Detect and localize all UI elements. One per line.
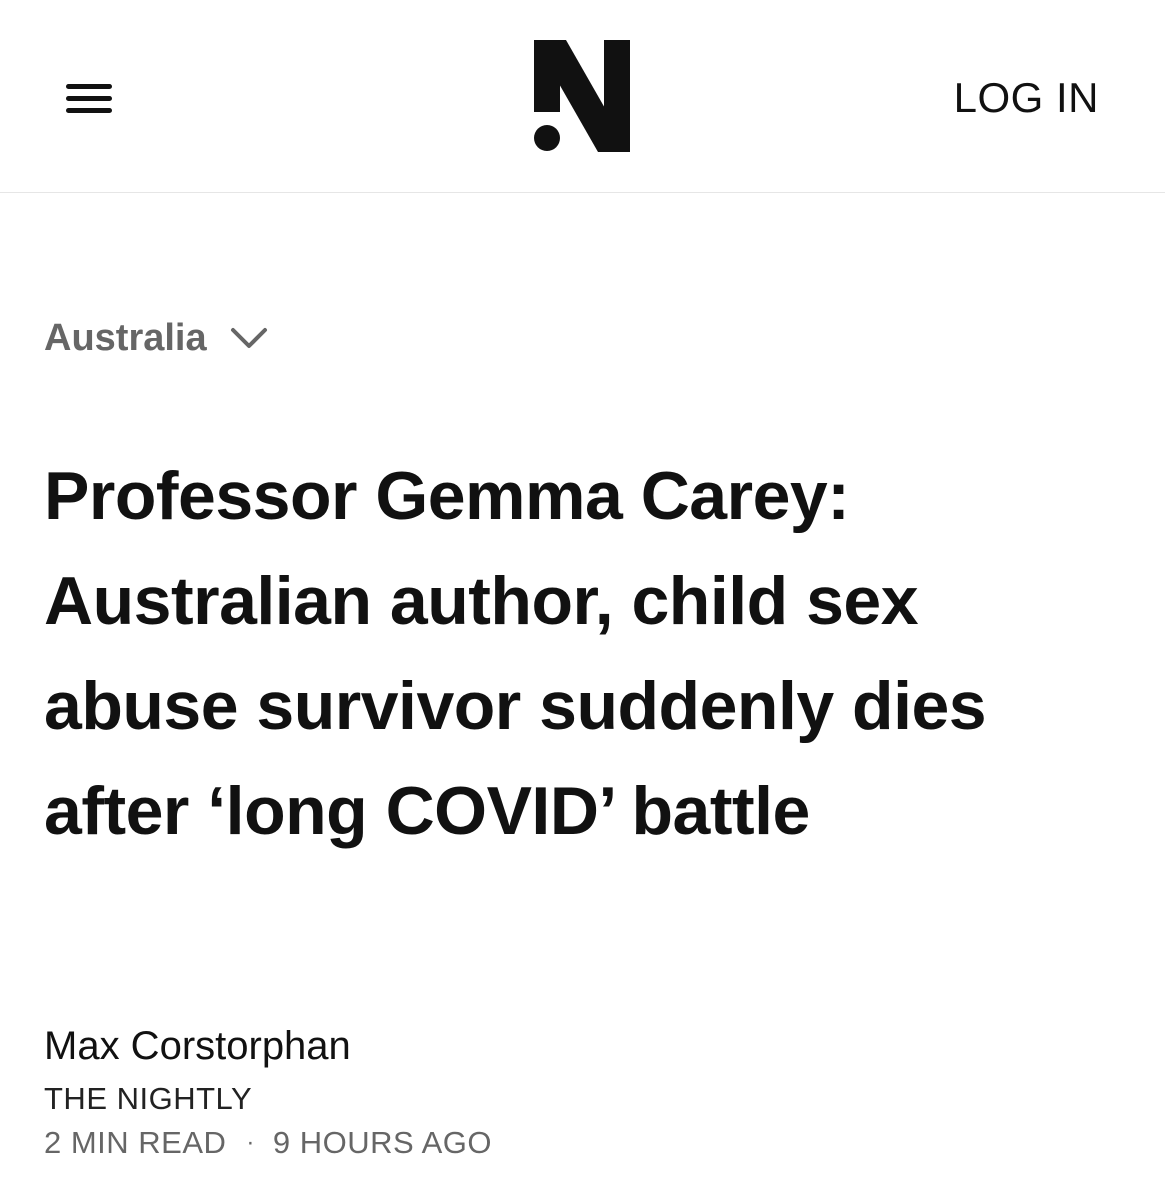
hamburger-menu-icon <box>66 84 112 113</box>
login-link[interactable]: LOG IN <box>954 75 1099 121</box>
author-name[interactable]: Max Corstorphan <box>44 1022 351 1070</box>
meta-separator: · <box>246 1129 255 1156</box>
the-nightly-n-logo-icon <box>534 40 630 152</box>
site-logo[interactable] <box>530 40 634 152</box>
section-dropdown[interactable]: Australia <box>44 314 269 362</box>
article-headline: Professor Gemma Carey: Australian author… <box>44 458 987 849</box>
site-header: LOG IN <box>0 0 1165 193</box>
section-label: Australia <box>44 317 207 359</box>
chevron-down-icon <box>230 328 267 348</box>
read-time: 2 MIN READ <box>44 1125 227 1160</box>
publication-name: THE NIGHTLY <box>44 1081 253 1116</box>
published-time: 9 HOURS AGO <box>272 1125 493 1160</box>
menu-button[interactable] <box>62 78 116 118</box>
article-meta: 2 MIN READ · 9 HOURS AGO <box>44 1124 492 1162</box>
